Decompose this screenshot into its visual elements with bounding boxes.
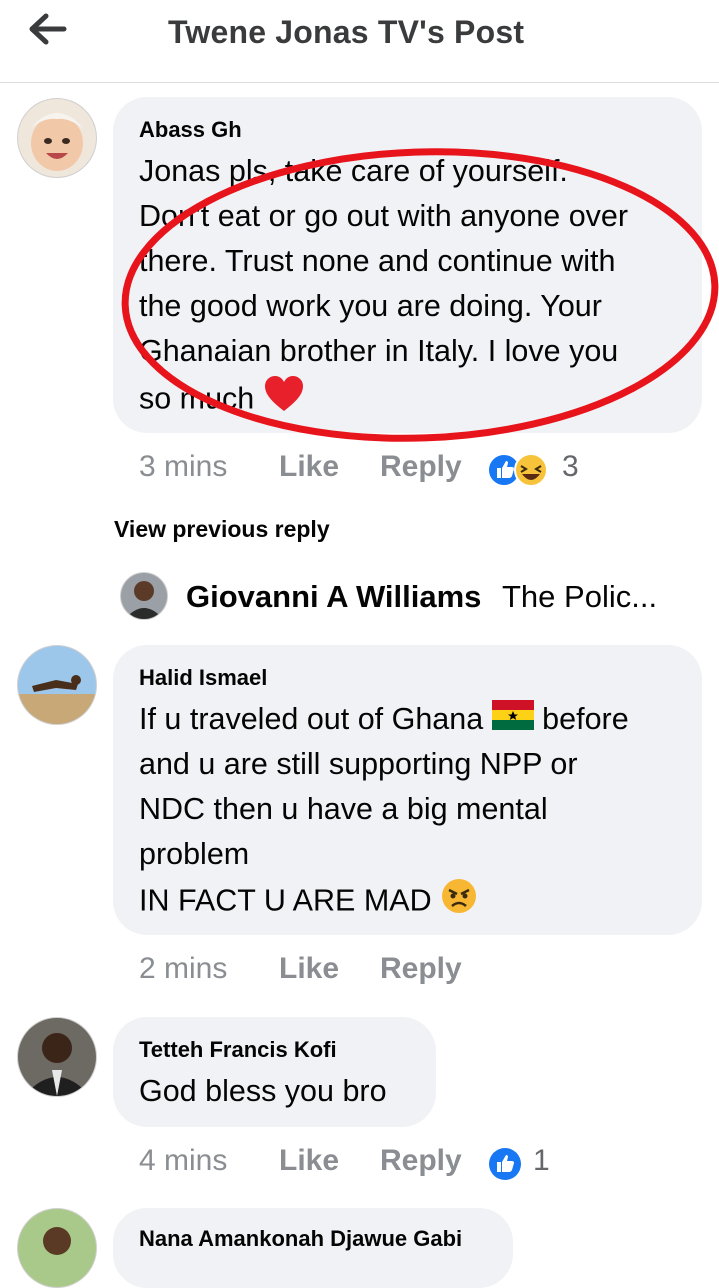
comment-time: 3 mins	[139, 450, 228, 483]
comment-text: If u traveled out of Ghana before and u …	[139, 697, 629, 922]
ghana-flag-emoji	[491, 698, 534, 743]
page-title: Twene Jonas TV's Post	[168, 14, 525, 50]
avatar	[120, 572, 168, 620]
like-reaction-icon	[487, 453, 548, 487]
avatar[interactable]	[17, 98, 97, 178]
comment-author[interactable]: Tetteh Francis Kofi	[139, 1037, 337, 1063]
avatar[interactable]	[17, 645, 97, 725]
comment-text: Jonas pls, take care of yourself. Don't …	[139, 149, 628, 419]
comment-time: 2 mins	[139, 952, 228, 985]
comment-author[interactable]: Abass Gh	[139, 117, 242, 143]
comment-bubble: Halid Ismael If u traveled out of Ghana …	[113, 645, 702, 935]
avatar[interactable]	[17, 1017, 97, 1097]
comment-bubble: Abass Gh Jonas pls, take care of yoursel…	[113, 97, 702, 433]
reply-button[interactable]: Reply	[380, 450, 462, 484]
reaction-count: 3	[562, 450, 579, 483]
reply-author: Giovanni A Williams	[186, 579, 482, 614]
comment-author[interactable]: Nana Amankonah Djawue Gabi	[139, 1226, 462, 1252]
reply-button[interactable]: Reply	[380, 952, 462, 986]
reply-snippet: The Polic...	[502, 579, 658, 614]
like-reaction-icon[interactable]	[487, 1146, 523, 1182]
arrow-left-icon[interactable]	[28, 12, 68, 48]
comment-time: 4 mins	[139, 1144, 228, 1177]
comment-bubble: Nana Amankonah Djawue Gabi	[113, 1208, 513, 1288]
like-button[interactable]: Like	[279, 1144, 339, 1178]
reply-preview[interactable]: Giovanni A Williams The Polic...	[120, 572, 700, 622]
avatar[interactable]	[17, 1208, 97, 1288]
like-button[interactable]: Like	[279, 952, 339, 986]
top-bar: Twene Jonas TV's Post	[0, 0, 719, 83]
reaction-count: 1	[533, 1144, 550, 1177]
angry-emoji	[440, 877, 478, 928]
heart-emoji	[263, 374, 305, 427]
like-button[interactable]: Like	[279, 450, 339, 484]
comment-text: God bless you bro	[139, 1074, 387, 1108]
reply-button[interactable]: Reply	[380, 1144, 462, 1178]
view-previous-reply-link[interactable]: View previous reply	[114, 516, 330, 543]
comment-bubble: Tetteh Francis Kofi God bless you bro	[113, 1017, 436, 1127]
reaction-icons[interactable]	[487, 452, 551, 488]
comment-author[interactable]: Halid Ismael	[139, 665, 267, 691]
